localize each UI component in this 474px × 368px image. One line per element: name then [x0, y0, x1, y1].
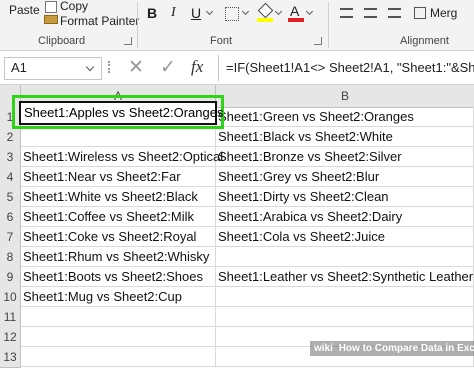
row-header[interactable]: 13	[0, 347, 21, 368]
cancel-button[interactable]: ✕	[122, 57, 148, 79]
column-header-b[interactable]: B	[216, 85, 474, 108]
font-color-letter: A	[290, 3, 300, 19]
row-header[interactable]: 7	[0, 227, 21, 248]
formula-bar-handle-icon[interactable]	[108, 61, 112, 73]
italic-button[interactable]: I	[164, 3, 184, 25]
borders-button[interactable]	[222, 3, 254, 25]
align-right-icon	[388, 8, 401, 18]
paste-label: Paste	[9, 3, 40, 17]
align-center-button[interactable]	[360, 3, 382, 25]
row-header[interactable]: 4	[0, 167, 21, 188]
row-header[interactable]: 5	[0, 187, 21, 208]
active-cell-a1[interactable]: Sheet1:Apples vs Sheet2:Oranges	[19, 101, 223, 125]
format-painter-button[interactable]: Format Painter	[40, 11, 140, 33]
formula-text: =IF(Sheet1!A1<> Sheet2!A1, "Sheet1:"&She…	[226, 60, 474, 75]
underline-label: U	[191, 5, 202, 21]
cell-a[interactable]	[21, 347, 216, 367]
watermark-text: How to Compare Data in Excel	[338, 343, 474, 354]
font-color-button[interactable]: A	[286, 3, 316, 25]
merge-label: Merg	[430, 6, 458, 20]
format-painter-label: Format Painter	[60, 14, 140, 28]
row-header[interactable]: 2	[0, 127, 21, 148]
cell-b[interactable]	[216, 247, 474, 267]
name-box-value: A1	[11, 60, 27, 75]
row-header[interactable]: 9	[0, 267, 21, 288]
cell-b[interactable]	[216, 307, 474, 327]
ribbon-separator	[328, 2, 329, 48]
cell-b[interactable]: Sheet1:Leather vs Sheet2:Synthetic Leath…	[216, 267, 474, 287]
font-color-swatch	[288, 18, 304, 22]
paste-button[interactable]: Paste	[0, 0, 42, 34]
bold-label: B	[147, 5, 158, 21]
clipboard-launcher-icon[interactable]	[124, 37, 132, 45]
cell-a[interactable]: Sheet1:White vs Sheet2:Black	[21, 187, 216, 207]
cell-a[interactable]	[21, 127, 216, 147]
watermark: wiki How to Compare Data in Excel	[310, 341, 474, 356]
formula-input[interactable]: =IF(Sheet1!A1<> Sheet2!A1, "Sheet1:"&She…	[220, 55, 474, 81]
row-header[interactable]: 3	[0, 147, 21, 168]
cell-a[interactable]: Sheet1:Boots vs Sheet2:Shoes	[21, 267, 216, 287]
align-left-button[interactable]	[336, 3, 358, 25]
row-header[interactable]: 6	[0, 207, 21, 228]
chevron-down-icon	[274, 7, 283, 16]
cell-a[interactable]: Sheet1:Rhum vs Sheet2:Whisky	[21, 247, 216, 267]
row-header[interactable]: 8	[0, 247, 21, 268]
cell-a[interactable]	[21, 327, 216, 347]
clipboard-group-label: Clipboard	[38, 35, 86, 47]
align-right-button[interactable]	[384, 3, 406, 25]
watermark-brand: wiki	[314, 343, 333, 354]
cell-b[interactable]: Sheet1:Grey vs Sheet2:Blur	[216, 167, 474, 187]
row-header[interactable]: 10	[0, 287, 21, 308]
underline-button[interactable]: U	[186, 3, 218, 25]
formula-bar: A1 ✕ ✓ fx =IF(Sheet1!A1<> Sheet2!A1, "Sh…	[0, 51, 474, 85]
cell-a[interactable]	[21, 307, 216, 327]
fx-label: fx	[191, 57, 204, 76]
paint-bucket-icon	[257, 2, 274, 19]
row-header[interactable]: 12	[0, 327, 21, 348]
cell-b[interactable]: Sheet1:Arabica vs Sheet2:Dairy	[216, 207, 474, 227]
cell-b[interactable]: Sheet1:Bronze vs Sheet2:Silver	[216, 147, 474, 167]
cell-b[interactable]: Sheet1:Dirty vs Sheet2:Clean	[216, 187, 474, 207]
cell-a[interactable]: Sheet1:Near vs Sheet2:Far	[21, 167, 216, 187]
cell-b[interactable]: Sheet1:Cola vs Sheet2:Juice	[216, 227, 474, 247]
cell-a[interactable]: Sheet1:Coffee vs Sheet2:Milk	[21, 207, 216, 227]
row-header[interactable]: 11	[0, 307, 21, 328]
cell-b[interactable]: Sheet1:Green vs Sheet2:Oranges	[216, 107, 474, 127]
chevron-down-icon	[241, 7, 250, 16]
italic-label: I	[171, 5, 176, 20]
insert-function-button[interactable]: fx	[186, 57, 214, 79]
fill-color-swatch	[257, 18, 273, 22]
cell-a[interactable]: Sheet1:Mug vs Sheet2:Cup	[21, 287, 216, 307]
ribbon-separator	[137, 2, 138, 48]
enter-button[interactable]: ✓	[154, 57, 180, 79]
align-left-icon	[340, 8, 353, 18]
format-painter-icon	[44, 15, 58, 24]
cell-b[interactable]	[216, 287, 474, 307]
align-center-icon	[364, 8, 377, 18]
cell-b[interactable]: Sheet1:Black vs Sheet2:White	[216, 127, 474, 147]
font-group-label: Font	[210, 35, 233, 47]
chevron-down-icon	[85, 62, 95, 72]
fill-color-button[interactable]	[255, 2, 285, 25]
close-icon: ✕	[128, 57, 144, 78]
name-box[interactable]: A1	[4, 57, 102, 80]
chevron-down-icon	[205, 7, 214, 16]
cell-a[interactable]: Sheet1:Wireless vs Sheet2:Optical	[21, 147, 223, 167]
font-launcher-icon[interactable]	[314, 37, 322, 45]
ribbon: Paste Copy Format Painter Clipboard B I …	[0, 0, 474, 51]
borders-icon	[225, 7, 239, 21]
bold-button[interactable]: B	[142, 3, 162, 25]
merge-center-button[interactable]: Merg	[412, 3, 474, 25]
alignment-group-label: Alignment	[400, 35, 449, 47]
checkmark-icon: ✓	[160, 57, 176, 78]
merge-icon	[414, 7, 426, 19]
chevron-down-icon	[305, 7, 314, 16]
formula-separator	[218, 55, 219, 81]
cell-a[interactable]: Sheet1:Coke vs Sheet2:Royal	[21, 227, 216, 247]
